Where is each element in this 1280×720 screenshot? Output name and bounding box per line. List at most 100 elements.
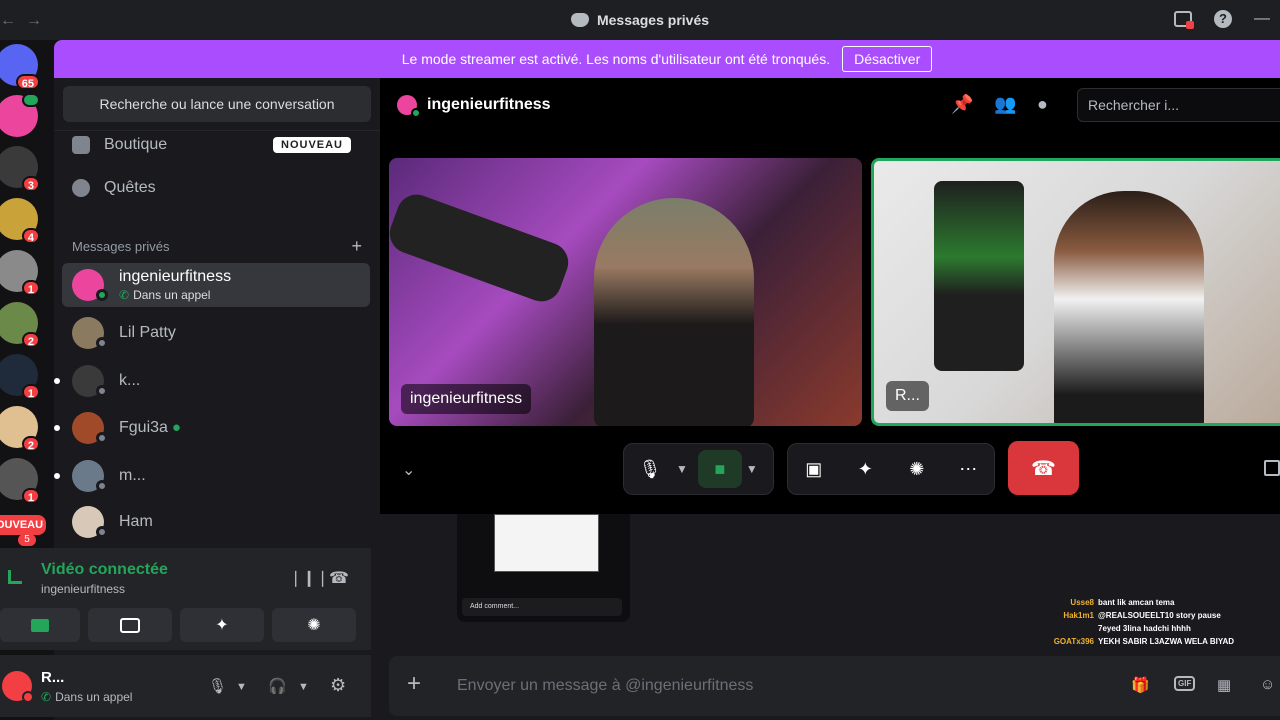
message-input[interactable]: Envoyer un message à @ingenieurfitness bbox=[457, 677, 753, 695]
unread-badge: 65 bbox=[15, 74, 40, 90]
dm-item-ingenieurfitness[interactable]: ingenieurfitness ✆ Dans un appel bbox=[62, 263, 370, 307]
new-badge: NOUVEAU bbox=[273, 137, 352, 153]
shop-nav-item[interactable]: Boutique bbox=[72, 129, 167, 161]
end-call-button[interactable]: ☎ bbox=[1008, 441, 1079, 495]
audio-options-chevron-icon[interactable]: ▼ bbox=[298, 681, 309, 693]
server-icon[interactable]: 4 bbox=[0, 198, 40, 244]
headphones-icon[interactable]: 🎧 bbox=[268, 677, 287, 695]
new-server-tag[interactable]: OUVEAU bbox=[0, 515, 46, 535]
gift-icon[interactable]: 🎁 bbox=[1131, 676, 1150, 694]
channel-name[interactable]: ingenieurfitness bbox=[427, 96, 551, 114]
gif-icon[interactable]: GIF bbox=[1174, 676, 1196, 691]
server-icon[interactable]: 1 bbox=[0, 250, 40, 296]
soundboard-icon[interactable]: ✺ bbox=[895, 450, 939, 488]
search-input[interactable]: Rechercher i... bbox=[1077, 88, 1280, 122]
offline-status-icon bbox=[96, 480, 108, 492]
microphone-icon[interactable]: 🎙 bbox=[628, 450, 672, 488]
help-icon[interactable]: ? bbox=[1214, 10, 1232, 28]
settings-gear-icon[interactable]: ⚙ bbox=[330, 675, 346, 696]
attach-plus-icon[interactable]: + bbox=[407, 672, 421, 696]
conversation-search-button[interactable]: Recherche ou lance une conversation bbox=[63, 86, 371, 122]
participant-name-label: ingenieurfitness bbox=[401, 384, 532, 414]
chat-user: GOATx396 bbox=[1053, 637, 1094, 646]
activities-button[interactable]: ✦ bbox=[180, 608, 264, 642]
voice-channel-name[interactable]: ingenieurfitness bbox=[41, 582, 125, 596]
dm-item-lil-patty[interactable]: Lil Patty bbox=[62, 311, 370, 355]
mic-chevron-icon[interactable]: ▼ bbox=[676, 462, 688, 476]
activity-controls-group: ▣ ✦ ✺ ⋯ bbox=[787, 443, 995, 495]
window-title: Messages privés bbox=[0, 12, 1280, 28]
dm-item-fgui3a[interactable]: Fgui3a ● bbox=[54, 406, 370, 450]
phone-icon: ✆ bbox=[119, 288, 130, 302]
online-status-icon bbox=[411, 108, 421, 118]
live-chat-row: GOATx396 YEKH SABIR L3AZWA WELA BIYAD bbox=[1020, 635, 1260, 648]
video-tile-speaking[interactable]: R... bbox=[871, 158, 1280, 426]
offline-status-icon bbox=[96, 432, 108, 444]
user-profile-icon[interactable]: ● bbox=[1037, 94, 1059, 114]
document-preview bbox=[494, 514, 599, 572]
title-bar: ←→ Messages privés ? — bbox=[0, 0, 1280, 40]
disconnect-icon[interactable]: ☎ bbox=[329, 568, 349, 588]
pin-icon[interactable]: 📌 bbox=[951, 94, 973, 114]
dm-name: k... bbox=[119, 372, 141, 389]
add-friend-icon[interactable]: 👥 bbox=[994, 94, 1016, 114]
collapse-chevron-icon[interactable]: ⌄ bbox=[402, 460, 415, 480]
dm-item-k[interactable]: k... bbox=[54, 359, 370, 403]
activities-icon[interactable]: ✦ bbox=[844, 450, 888, 488]
video-embed[interactable]: Add comment... bbox=[457, 514, 630, 622]
soundboard-button[interactable]: ✺ bbox=[272, 608, 356, 642]
emoji-icon[interactable]: ☺ bbox=[1260, 676, 1275, 693]
minimize-icon[interactable]: — bbox=[1254, 10, 1270, 28]
server-icon[interactable]: 1 bbox=[0, 354, 40, 400]
dm-name: Fgui3a ● bbox=[119, 419, 181, 437]
server-icon[interactable]: 2 bbox=[0, 302, 40, 348]
chat-user: Usse8 bbox=[1070, 598, 1094, 607]
product-image bbox=[934, 181, 1024, 371]
home-dm-button[interactable]: 65 bbox=[0, 44, 40, 90]
camera-chevron-icon[interactable]: ▼ bbox=[746, 462, 758, 476]
microphone-icon[interactable]: 🎙 bbox=[208, 677, 227, 695]
more-options-icon[interactable]: ⋯ bbox=[947, 450, 991, 488]
voice-action-buttons: ✦ ✺ bbox=[0, 608, 356, 642]
unread-dot bbox=[54, 378, 60, 384]
unread-badge: 5 bbox=[18, 534, 36, 546]
dm-item-m[interactable]: m... bbox=[54, 454, 370, 498]
dm-name: Ham bbox=[119, 513, 153, 530]
channel-header: ingenieurfitness 📌 👥 ● Rechercher i... bbox=[380, 78, 1280, 132]
add-comment-field[interactable]: Add comment... bbox=[462, 598, 622, 616]
disable-streamer-button[interactable]: Désactiver bbox=[842, 46, 933, 72]
server-icon[interactable]: 3 bbox=[0, 146, 40, 192]
screen-share-icon[interactable]: ▣ bbox=[792, 450, 836, 488]
inbox-icon[interactable] bbox=[1174, 11, 1194, 29]
noise-suppression-icon[interactable]: ❘❙❘ bbox=[289, 568, 329, 588]
dm-name: ingenieurfitness bbox=[119, 268, 232, 285]
camera-button[interactable] bbox=[0, 608, 80, 642]
server-icon[interactable]: 1 bbox=[0, 458, 40, 504]
offline-status-icon bbox=[96, 337, 108, 349]
participant-video bbox=[594, 198, 754, 426]
chat-user bbox=[1020, 622, 1094, 635]
video-tile[interactable]: ingenieurfitness bbox=[389, 158, 862, 426]
quests-nav-item[interactable]: Quêtes bbox=[72, 172, 156, 204]
titlebar-actions: ? — bbox=[1174, 10, 1270, 29]
quests-label: Quêtes bbox=[104, 179, 156, 196]
new-server-label: OUVEAU bbox=[0, 519, 44, 531]
chat-message: 7eyed 3lina hadchi hhhh bbox=[1098, 624, 1191, 633]
create-dm-plus-icon[interactable]: + bbox=[351, 236, 362, 257]
unread-badge: 1 bbox=[21, 384, 40, 400]
dm-header-label: Messages privés bbox=[72, 239, 170, 254]
screen-share-button[interactable] bbox=[88, 608, 172, 642]
sticker-icon[interactable]: ▦ bbox=[1217, 676, 1231, 694]
fullscreen-icon[interactable] bbox=[1264, 460, 1280, 476]
mic-options-chevron-icon[interactable]: ▼ bbox=[236, 681, 247, 693]
dm-name: Lil Patty bbox=[119, 324, 176, 341]
server-icon[interactable]: 2 bbox=[0, 406, 40, 452]
dm-item-ham[interactable]: Ham bbox=[62, 500, 370, 544]
server-icon[interactable] bbox=[0, 93, 40, 137]
shop-icon bbox=[72, 136, 90, 154]
chat-area: Add comment... Usse8 bant lik amcan tema … bbox=[380, 514, 1280, 720]
camera-icon[interactable]: ■ bbox=[697, 450, 742, 488]
chat-message: YEKH SABIR L3AZWA WELA BIYAD bbox=[1098, 637, 1235, 646]
chat-message: bant lik amcan tema bbox=[1098, 598, 1175, 607]
unread-badge: 1 bbox=[21, 488, 40, 504]
